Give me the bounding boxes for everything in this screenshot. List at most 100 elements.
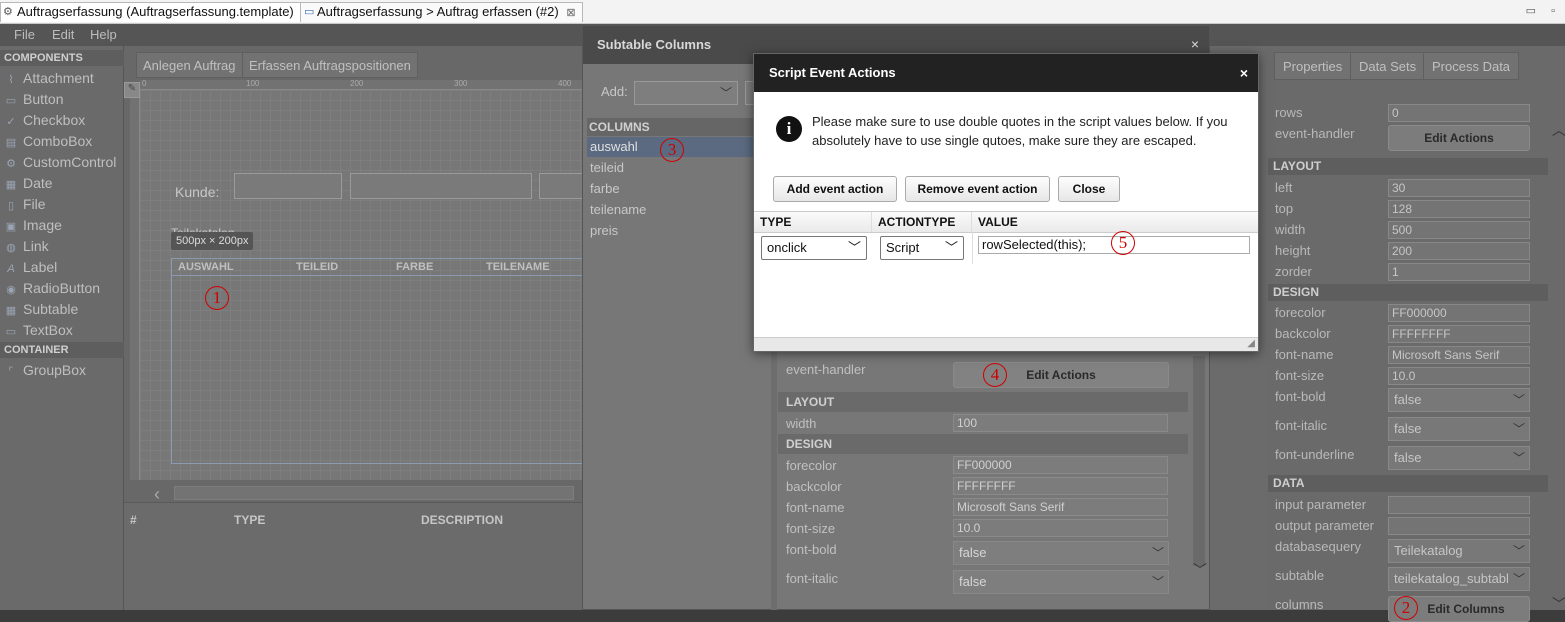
palette-item-label[interactable]: A Label <box>4 257 57 277</box>
column-backcolor-input[interactable]: FFFFFFFF <box>953 477 1168 495</box>
scroll-up-icon[interactable]: ︿ <box>1552 120 1565 140</box>
editor-tab-template[interactable]: ⚙ Auftragserfassung (Auftragserfassung.t… <box>0 2 301 22</box>
palette-item-customcontrol[interactable]: ⚙ CustomControl <box>4 152 116 172</box>
height-input[interactable]: 200 <box>1388 242 1530 260</box>
window-buttons[interactable]: ▭ ▫ <box>1526 4 1561 17</box>
scroll-down-icon[interactable]: ﹀ <box>1193 560 1207 580</box>
font-italic-select[interactable]: false ﹀ <box>1388 417 1530 441</box>
palette-item-label: Subtable <box>23 301 79 317</box>
close-icon[interactable]: × <box>1191 36 1199 52</box>
tab-data-sets[interactable]: Data Sets <box>1350 52 1426 80</box>
scroll-down-icon[interactable]: ﹀ <box>1552 594 1565 614</box>
column-prop-forecolor: forecolor FF000000 <box>778 455 1188 476</box>
globe-icon: ◍ <box>6 242 16 254</box>
palette-item-link[interactable]: ◍ Link <box>4 236 49 256</box>
event-type-select[interactable]: onclick ﹀ <box>761 236 867 260</box>
palette-item-checkbox[interactable]: ✓ Checkbox <box>4 110 85 130</box>
top-input[interactable]: 128 <box>1388 200 1530 218</box>
column-item-teileid[interactable]: teileid <box>587 158 773 178</box>
edit-actions-button[interactable]: Edit Actions <box>1388 125 1530 151</box>
close-button[interactable]: Close <box>1058 176 1120 202</box>
action-type-select[interactable]: Script ﹀ <box>880 236 964 260</box>
width-input[interactable]: 500 <box>1388 221 1530 239</box>
tab-properties[interactable]: Properties <box>1274 52 1352 80</box>
tab-process-data[interactable]: Process Data <box>1423 52 1520 80</box>
zorder-input[interactable]: 1 <box>1388 263 1530 281</box>
palette-item-textbox[interactable]: ▭ TextBox <box>4 320 73 340</box>
vertical-scrollbar[interactable] <box>1193 356 1205 566</box>
prop-label: output parameter <box>1275 518 1375 533</box>
add-event-action-button[interactable]: Add event action <box>773 176 897 202</box>
prop-forecolor: forecolor FF000000 <box>1268 303 1548 324</box>
font-underline-value: false <box>1394 450 1422 465</box>
kunde-input-3[interactable] <box>539 173 584 199</box>
palette-item-label: Attachment <box>23 70 94 86</box>
palette-item-groupbox[interactable]: ⌜ GroupBox <box>4 360 86 380</box>
close-tab-icon[interactable]: ⊠ <box>566 7 575 19</box>
tab-anlegen-auftrag[interactable]: Anlegen Auftrag <box>136 52 243 78</box>
databasequery-select[interactable]: Teilekatalog ﹀ <box>1388 539 1530 563</box>
prop-zorder: zorder 1 <box>1268 262 1548 283</box>
kunde-input-2[interactable] <box>350 173 532 199</box>
ruler-tick: 0 <box>142 79 147 88</box>
palette-item-subtable[interactable]: ▦ Subtable <box>4 299 78 319</box>
subtable-header-teileid: TEILEID <box>296 261 339 273</box>
palette-item-file[interactable]: ▯ File <box>4 194 46 214</box>
input-parameter-input[interactable] <box>1388 496 1530 514</box>
kunde-input-1[interactable] <box>234 173 342 199</box>
palette-container-header: CONTAINER <box>0 342 124 358</box>
font-underline-select[interactable]: false ﹀ <box>1388 446 1530 470</box>
horizontal-scrollbar[interactable] <box>174 486 574 500</box>
font-name-input[interactable]: Microsoft Sans Serif <box>1388 346 1530 364</box>
ruler-tick: 400 <box>558 79 572 88</box>
callout-2: 2 <box>1394 596 1418 620</box>
pin-icon[interactable]: ✎ <box>124 82 140 98</box>
palette-item-combobox[interactable]: ▤ ComboBox <box>4 131 92 151</box>
palette-item-button[interactable]: ▭ Button <box>4 89 64 109</box>
column-item-preis[interactable]: preis <box>587 221 773 241</box>
column-font-size-input[interactable]: 10.0 <box>953 519 1168 537</box>
prop-label: width <box>786 416 817 431</box>
form-icon: ▭ <box>304 6 315 18</box>
menu-help[interactable]: Help <box>90 27 117 42</box>
font-bold-select[interactable]: false ﹀ <box>1388 388 1530 412</box>
left-input[interactable]: 30 <box>1388 179 1530 197</box>
palette-item-label: TextBox <box>23 322 73 338</box>
editor-tab-auftrag[interactable]: ▭ Auftragserfassung > Auftrag erfassen (… <box>300 2 583 22</box>
column-width-input[interactable]: 100 <box>953 414 1168 432</box>
callout-1: 1 <box>205 286 229 310</box>
column-item-farbe[interactable]: farbe <box>587 179 773 199</box>
font-underline-label: font-underline <box>1275 447 1355 462</box>
palette-item-image[interactable]: ▣ Image <box>4 215 62 235</box>
prop-label: left <box>1275 180 1293 195</box>
menu-edit[interactable]: Edit <box>52 27 74 42</box>
backcolor-input[interactable]: FFFFFFFF <box>1388 325 1530 343</box>
rows-input[interactable]: 0 <box>1388 104 1530 122</box>
tab-erfassen-auftragspositionen[interactable]: Erfassen Auftragspositionen <box>242 52 418 78</box>
forecolor-input[interactable]: FF000000 <box>1388 304 1530 322</box>
palette-item-date[interactable]: ▦ Date <box>4 173 53 193</box>
subtable-preview[interactable]: AUSWAHL TEILEID FARBE TEILENAME <box>171 258 586 464</box>
editor-tab-label: Auftragserfassung (Auftragserfassung.tem… <box>17 4 294 19</box>
palette-item-radiobutton[interactable]: ◉ RadioButton <box>4 278 100 298</box>
column-item-teilename[interactable]: teilename <box>587 200 773 220</box>
vertical-ruler <box>130 90 140 480</box>
remove-event-action-button[interactable]: Remove event action <box>905 176 1050 202</box>
font-italic-label: font-italic <box>1275 418 1328 433</box>
font-size-input[interactable]: 10.0 <box>1388 367 1530 385</box>
resize-grip-icon[interactable]: ◢ <box>1247 338 1255 349</box>
output-parameter-input[interactable] <box>1388 517 1530 535</box>
subtable-value: teilekatalog_subtabl <box>1394 571 1509 586</box>
add-column-select[interactable]: ﹀ <box>634 81 738 105</box>
column-forecolor-input[interactable]: FF000000 <box>953 456 1168 474</box>
column-font-bold-select[interactable]: false ﹀ <box>953 541 1169 565</box>
palette-item-attachment[interactable]: ⌇ Attachment <box>4 68 94 88</box>
prop-label: backcolor <box>1275 326 1331 341</box>
column-font-name-input[interactable]: Microsoft Sans Serif <box>953 498 1168 516</box>
columns-header: COLUMNS <box>587 118 773 136</box>
menu-file[interactable]: File <box>14 27 35 42</box>
subtable-select[interactable]: teilekatalog_subtabl ﹀ <box>1388 567 1530 591</box>
column-font-italic-select[interactable]: false ﹀ <box>953 570 1169 594</box>
close-icon[interactable]: × <box>1240 65 1248 81</box>
chevron-down-icon: ﹀ <box>1512 451 1525 465</box>
